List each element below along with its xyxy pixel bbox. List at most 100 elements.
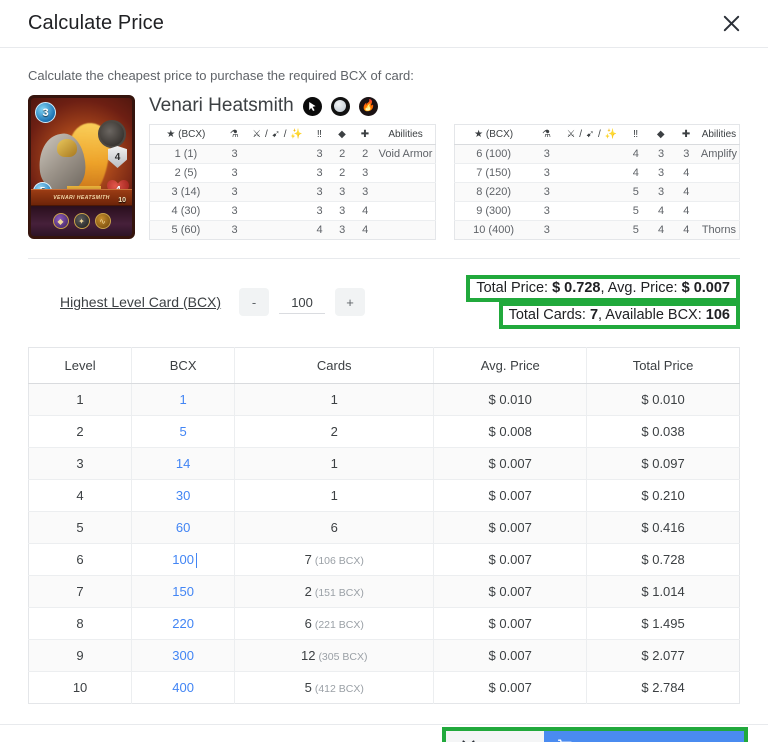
cell-cards: 2 (151 BCX): [234, 575, 435, 608]
card-ability-bar: ◆ ✦ ∿: [31, 206, 132, 236]
cell-level: 9: [28, 639, 133, 672]
table-row: 8 220 6 (221 BCX) $ 0.007 $ 1.495: [28, 607, 740, 640]
column-header-total-price: Total Price: [586, 347, 740, 384]
mana-icon: ⚗: [221, 124, 248, 145]
stats-cell-bcx: 5 (60): [171, 224, 201, 236]
intro-text: Calculate the cheapest price to purchase…: [28, 68, 414, 83]
stats-cell-speed: 3: [308, 144, 331, 164]
cell-cards: 1: [234, 479, 435, 512]
table-row: 10 400 5 (412 BCX) $ 0.007 $ 2.784: [28, 671, 740, 704]
price-table-body: 1 1 1 $ 0.010 $ 0.010 2 5 2 $ 0.008 $ 0.038 3 14 1 $ …: [28, 383, 740, 704]
table-row: 3 14 1 $ 0.007 $ 0.097: [28, 447, 740, 480]
card-ability-icon-3: ∿: [94, 213, 111, 229]
cell-bcx[interactable]: 1: [131, 383, 236, 416]
stats-cell-attack: [560, 182, 624, 202]
bcx-link[interactable]: 150: [172, 584, 194, 599]
bcx-link[interactable]: 100: [172, 552, 194, 567]
cards-count: 5: [304, 680, 312, 695]
cell-bcx[interactable]: 30: [131, 479, 236, 512]
close-icon[interactable]: [718, 11, 744, 37]
stats-cell-health: 4: [673, 201, 699, 221]
cell-bcx[interactable]: 100: [131, 543, 236, 576]
stats-row: 5 (60) 3 4 3 4: [149, 220, 435, 240]
cell-bcx[interactable]: 14: [131, 447, 236, 480]
card-level-badge: 10: [118, 197, 126, 204]
cell-bcx[interactable]: 60: [131, 511, 236, 544]
stats-header-row: ★ (BCX) ⚗ ⚔ / ➹ / ✨ ‼ ◆ ✚ Abilities: [149, 124, 435, 145]
cell-total-price: $ 0.210: [586, 479, 740, 512]
cell-cards: 12 (305 BCX): [234, 639, 435, 672]
table-row: 2 5 2 $ 0.008 $ 0.038: [28, 415, 740, 448]
cell-bcx[interactable]: 400: [131, 671, 236, 704]
stats-table-levels-6-10: ★ (BCX) ⚗ ⚔ / ➹ / ✨ ‼ ◆ ✚ Abilities 6 (1…: [453, 124, 740, 240]
available-bcx-value: 106: [705, 307, 730, 323]
cell-level: 4: [28, 479, 133, 512]
cell-level: 10: [28, 671, 133, 704]
card-art-wheel: [97, 120, 126, 149]
add-to-cart-button[interactable]: ADD 7 CARDS TO CART: [544, 731, 744, 742]
cell-total-price: $ 0.038: [586, 415, 740, 448]
cell-bcx[interactable]: 300: [131, 639, 236, 672]
attack-icons: ⚔ / ➹ / ✨: [560, 124, 624, 145]
table-row: 6 100 7 (106 BCX) $ 0.007 $ 0.728: [28, 543, 740, 576]
cards-count: 6: [330, 520, 338, 535]
bcx-link[interactable]: 220: [172, 616, 194, 631]
stats-row: 8 (220) 3 5 3 4: [454, 182, 740, 202]
table-row: 7 150 2 (151 BCX) $ 0.007 $ 1.014: [28, 575, 740, 608]
stats-cell-health: 2: [353, 144, 377, 164]
health-icon: ✚: [673, 124, 699, 145]
cell-level: 6: [28, 543, 133, 576]
total-cards-summary: Total Cards: 7, Available BCX: 106: [498, 302, 740, 329]
decrement-button[interactable]: -: [239, 288, 270, 316]
cell-level: 5: [28, 511, 133, 544]
card-art-helm: [57, 139, 78, 158]
stats-col-bcx: ★ (BCX): [454, 124, 533, 145]
stats-col-abilities: Abilities: [376, 124, 435, 145]
mana-icon: ⚗: [532, 124, 561, 145]
stats-cell-health: 3: [673, 144, 699, 164]
cards-count: 1: [330, 392, 338, 407]
cell-avg-price: $ 0.007: [433, 671, 588, 704]
bcx-link[interactable]: 300: [172, 648, 194, 663]
stats-cell-mana: 3: [543, 224, 550, 236]
stats-cell-attack: [247, 163, 309, 183]
stats-table-levels-1-5: ★ (BCX) ⚗ ⚔ / ➹ / ✨ ‼ ◆ ✚ Abilities 1 (1…: [149, 124, 436, 240]
bcx-link[interactable]: 5: [180, 424, 187, 439]
bcx-link[interactable]: 14: [176, 456, 190, 471]
stats-cell-bcx: 7 (150): [454, 163, 533, 183]
card-nameplate-label: VENARI HEATSMITH: [53, 194, 110, 201]
stats-cell-speed: 4: [623, 144, 649, 164]
cards-bcx-note: (305 BCX): [318, 651, 368, 663]
cell-bcx[interactable]: 5: [131, 415, 236, 448]
stat-tables: ★ (BCX) ⚗ ⚔ / ➹ / ✨ ‼ ◆ ✚ Abilities 1 (1…: [149, 124, 740, 240]
stats-cell-health: 4: [353, 201, 377, 221]
close-button[interactable]: CLOSE: [446, 731, 545, 742]
cell-bcx[interactable]: 220: [131, 607, 236, 640]
stats-cell-health: 4: [673, 163, 699, 183]
bcx-link[interactable]: 400: [172, 680, 194, 695]
quantity-input[interactable]: [279, 290, 326, 314]
stats-cell-speed: 5: [623, 201, 649, 221]
bcx-link[interactable]: 1: [180, 392, 187, 407]
stats-cell-health: 4: [362, 224, 369, 236]
cell-bcx[interactable]: 150: [131, 575, 236, 608]
cell-cards: 7 (106 BCX): [234, 543, 435, 576]
bcx-link[interactable]: 30: [176, 488, 190, 503]
stats-cell-mana: 3: [221, 201, 248, 221]
highest-level-card-label[interactable]: Highest Level Card (BCX): [60, 294, 221, 310]
cell-avg-price: $ 0.007: [433, 511, 588, 544]
bcx-link[interactable]: 60: [176, 520, 190, 535]
armor-icon: ◆: [648, 124, 674, 145]
cell-cards: 1: [234, 383, 435, 416]
stats-cell-armor: 4: [648, 201, 674, 221]
increment-button[interactable]: +: [335, 288, 366, 316]
cards-count: 1: [330, 488, 338, 503]
cell-level: 3: [28, 447, 133, 480]
modal-body: Calculate the cheapest price to purchase…: [0, 48, 768, 704]
armor-icon: ◆: [330, 124, 354, 145]
stats-cell-mana: 3: [231, 224, 238, 236]
card-artwork: 3 5 4 4 VENARI HEATSMITH 10 ◆ ✦ ∿: [28, 95, 135, 239]
stats-cell-speed: 5: [623, 182, 649, 202]
cell-cards: 6: [234, 511, 435, 544]
element-icon: 🔥: [358, 96, 378, 116]
